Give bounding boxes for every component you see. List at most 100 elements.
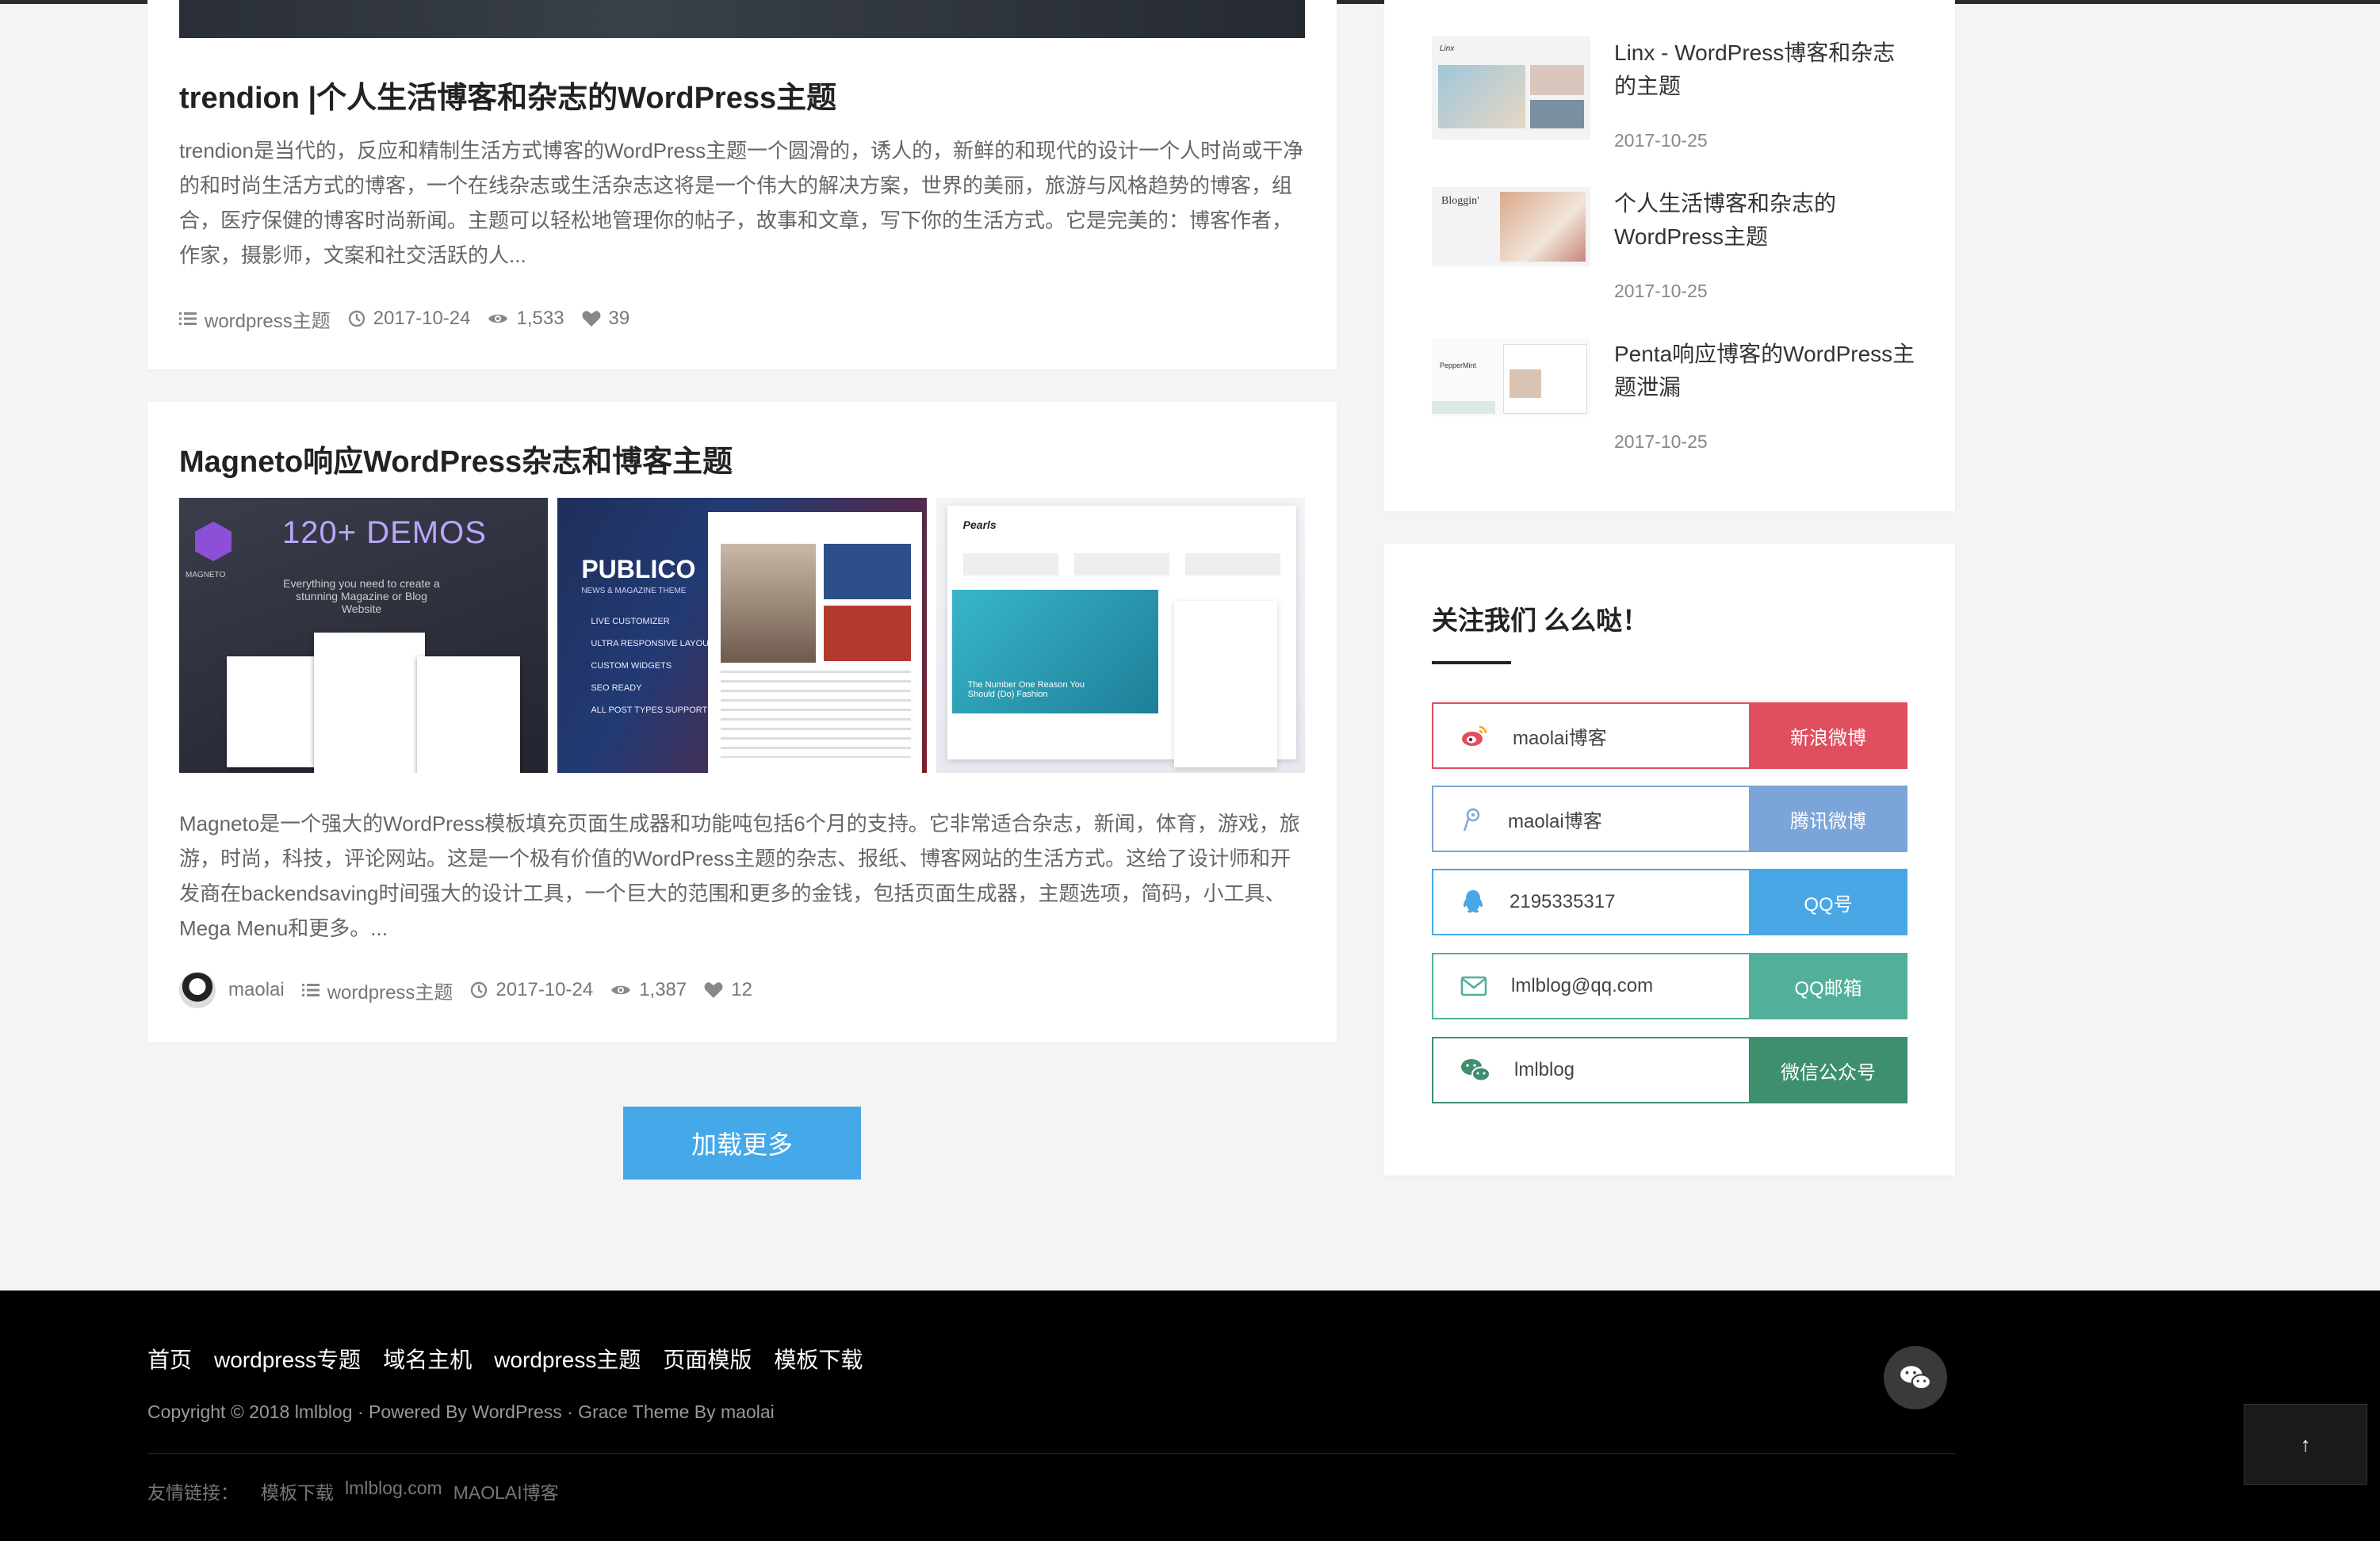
- heart-icon: [582, 311, 601, 327]
- copyright: Copyright © 2018 lmlblog · Powered By Wo…: [147, 1401, 775, 1422]
- social-link-value-box: maolai博客: [1432, 702, 1749, 769]
- magneto-logo-text: MAGNETO: [186, 571, 226, 579]
- recent-post-title[interactable]: Penta响应博客的WordPress主题泄漏: [1614, 338, 1915, 404]
- social-link-value-box: 2195335317: [1432, 869, 1749, 935]
- footer-nav-wordpress-topics[interactable]: wordpress专题: [214, 1343, 361, 1375]
- social-link-value: lmlblog@qq.com: [1511, 975, 1654, 996]
- friend-link[interactable]: MAOLAI博客: [453, 1478, 559, 1505]
- post-card: trendion |个人生活博客和杂志的WordPress主题 trendion…: [147, 0, 1337, 369]
- recent-post-thumbnail[interactable]: PepperMint: [1432, 338, 1590, 417]
- meta-date: 2017-10-24: [348, 308, 471, 330]
- clock-icon: [471, 981, 488, 999]
- social-link-weibo[interactable]: maolai博客 新浪微博: [1432, 702, 1907, 769]
- gallery-image-pearls[interactable]: Pearls The Number One Reason You Should …: [936, 498, 1305, 773]
- social-link-tencent-weibo[interactable]: maolai博客 腾讯微博: [1432, 786, 1907, 852]
- follow-us-widget: 关注我们 么么哒！ maolai博客 新浪微博 maolai博客 腾讯微博 21…: [1384, 544, 1955, 1176]
- post-card: Magneto响应WordPress杂志和博客主题 120+ DEMOS Eve…: [147, 402, 1337, 1042]
- clock-icon: [348, 310, 365, 327]
- social-link-label[interactable]: 微信公众号: [1749, 1037, 1907, 1103]
- post-title[interactable]: trendion |个人生活博客和杂志的WordPress主题: [179, 73, 836, 117]
- footer-wechat-button[interactable]: [1884, 1346, 1947, 1409]
- meta-likes[interactable]: 12: [704, 979, 752, 1001]
- social-link-label[interactable]: 新浪微博: [1749, 702, 1907, 769]
- footer-nav-template-download[interactable]: 模板下载: [774, 1343, 863, 1375]
- thumb-logo: Linx: [1440, 44, 1455, 53]
- gallery-image-publico[interactable]: PUBLICO NEWS & MAGAZINE THEME LIVE CUSTO…: [557, 498, 927, 773]
- recent-post-thumbnail[interactable]: Bloggin': [1432, 187, 1590, 266]
- social-link-value: lmlblog: [1514, 1059, 1575, 1080]
- eye-icon: [488, 314, 508, 323]
- publico-feature: ULTRA RESPONSIVE LAYOUT: [591, 639, 714, 648]
- gallery-image-magneto[interactable]: 120+ DEMOS Everything you need to create…: [179, 498, 549, 773]
- magneto-sub-text: Everything you need to create a stunning…: [283, 577, 440, 615]
- pearls-caption: The Number One Reason You Should (Do) Fa…: [967, 680, 1085, 699]
- post-excerpt: Magneto是一个强大的WordPress模板填充页面生成器和功能吨包括6个月…: [179, 812, 1300, 940]
- post-gallery[interactable]: 120+ DEMOS Everything you need to create…: [179, 498, 1305, 773]
- meta-views: 1,533: [488, 308, 564, 330]
- meta-category[interactable]: wordpress主题: [301, 977, 453, 1004]
- social-link-value-box: lmlblog: [1432, 1037, 1749, 1103]
- meta-likes-label: 12: [731, 979, 752, 1000]
- meta-author-label: maolai: [228, 979, 285, 1000]
- meta-views-label: 1,533: [516, 308, 564, 329]
- social-link-value: maolai博客: [1513, 727, 1607, 749]
- footer-nav-wordpress-themes[interactable]: wordpress主题: [494, 1343, 641, 1375]
- meta-author[interactable]: maolai: [228, 979, 285, 1001]
- recent-post-item[interactable]: PepperMint Penta响应博客的WordPress主题泄漏 2017-…: [1432, 338, 1939, 480]
- publico-title: PUBLICO: [581, 555, 696, 583]
- social-link-wechat[interactable]: lmlblog 微信公众号: [1432, 1037, 1907, 1103]
- meta-views: 1,387: [610, 979, 687, 1001]
- post-thumbnail[interactable]: [179, 0, 1305, 38]
- social-link-email[interactable]: lmlblog@qq.com QQ邮箱: [1432, 953, 1907, 1019]
- meta-category[interactable]: wordpress主题: [179, 305, 331, 333]
- preview-shot: [708, 512, 923, 773]
- friend-link[interactable]: lmlblog.com: [345, 1478, 442, 1505]
- meta-views-label: 1,387: [639, 979, 687, 1000]
- post-title[interactable]: Magneto响应WordPress杂志和博客主题: [179, 437, 733, 480]
- social-link-label[interactable]: QQ邮箱: [1749, 953, 1907, 1019]
- widget-title: 关注我们 么么哒！: [1432, 606, 1649, 635]
- recent-post-item[interactable]: Linx Linx - WordPress博客和杂志的主题 2017-10-25: [1432, 36, 1939, 179]
- footer-nav-home[interactable]: 首页: [147, 1343, 192, 1375]
- preview-shot: [227, 656, 322, 767]
- social-link-label[interactable]: QQ号: [1749, 869, 1907, 935]
- meta-likes[interactable]: 39: [582, 308, 630, 330]
- post-meta: wordpress主题 2017-10-24 1,533 39: [179, 303, 647, 335]
- recent-posts-widget: Linx Linx - WordPress博客和杂志的主题 2017-10-25…: [1384, 0, 1955, 511]
- publico-subtitle: NEWS & MAGAZINE THEME: [581, 587, 687, 595]
- friend-links: 友情链接： 模板下载 lmlblog.com MAOLAI博客: [147, 1478, 570, 1505]
- magneto-logo-icon: [195, 522, 231, 561]
- footer-nav: 首页 wordpress专题 域名主机 wordpress主题 页面模版 模板下…: [147, 1343, 885, 1375]
- recent-post-title[interactable]: 个人生活博客和杂志的WordPress主题: [1614, 187, 1915, 254]
- social-link-qq[interactable]: 2195335317 QQ号: [1432, 869, 1907, 935]
- footer-nav-domain-hosting[interactable]: 域名主机: [383, 1343, 472, 1375]
- qq-icon: [1463, 890, 1483, 913]
- recent-post-date: 2017-10-25: [1614, 281, 1708, 301]
- recent-post-thumbnail[interactable]: Linx: [1432, 36, 1590, 140]
- post-meta: maolai wordpress主题 2017-10-24 1,387 12: [179, 972, 770, 1008]
- preview-shot: [417, 656, 520, 773]
- social-link-value: maolai博客: [1508, 810, 1602, 832]
- preview-shot: [314, 633, 425, 773]
- eye-icon: [611, 985, 631, 995]
- heart-icon: [704, 982, 723, 998]
- social-link-label[interactable]: 腾讯微博: [1749, 786, 1907, 852]
- avatar[interactable]: [179, 972, 216, 1008]
- footer-nav-page-templates[interactable]: 页面模版: [663, 1343, 752, 1375]
- friend-links-label: 友情链接：: [147, 1482, 239, 1503]
- back-to-top-button[interactable]: ↑: [2244, 1404, 2367, 1485]
- thumb-logo: Bloggin': [1441, 195, 1479, 207]
- load-more-button[interactable]: 加载更多: [623, 1107, 861, 1180]
- meta-category-label: wordpress主题: [205, 310, 331, 332]
- recent-post-item[interactable]: Bloggin' 个人生活博客和杂志的WordPress主题 2017-10-2…: [1432, 187, 1939, 330]
- title-underline: [1432, 661, 1511, 664]
- recent-post-date: 2017-10-25: [1614, 130, 1708, 151]
- social-link-value-box: lmlblog@qq.com: [1432, 953, 1749, 1019]
- friend-link[interactable]: 模板下载: [261, 1478, 334, 1505]
- meta-likes-label: 39: [608, 308, 630, 329]
- meta-date-label: 2017-10-24: [373, 308, 471, 329]
- recent-post-title[interactable]: Linx - WordPress博客和杂志的主题: [1614, 36, 1915, 103]
- mail-icon: [1460, 976, 1487, 996]
- meta-category-label: wordpress主题: [327, 981, 453, 1004]
- pearls-hero-image: The Number One Reason You Should (Do) Fa…: [951, 590, 1158, 713]
